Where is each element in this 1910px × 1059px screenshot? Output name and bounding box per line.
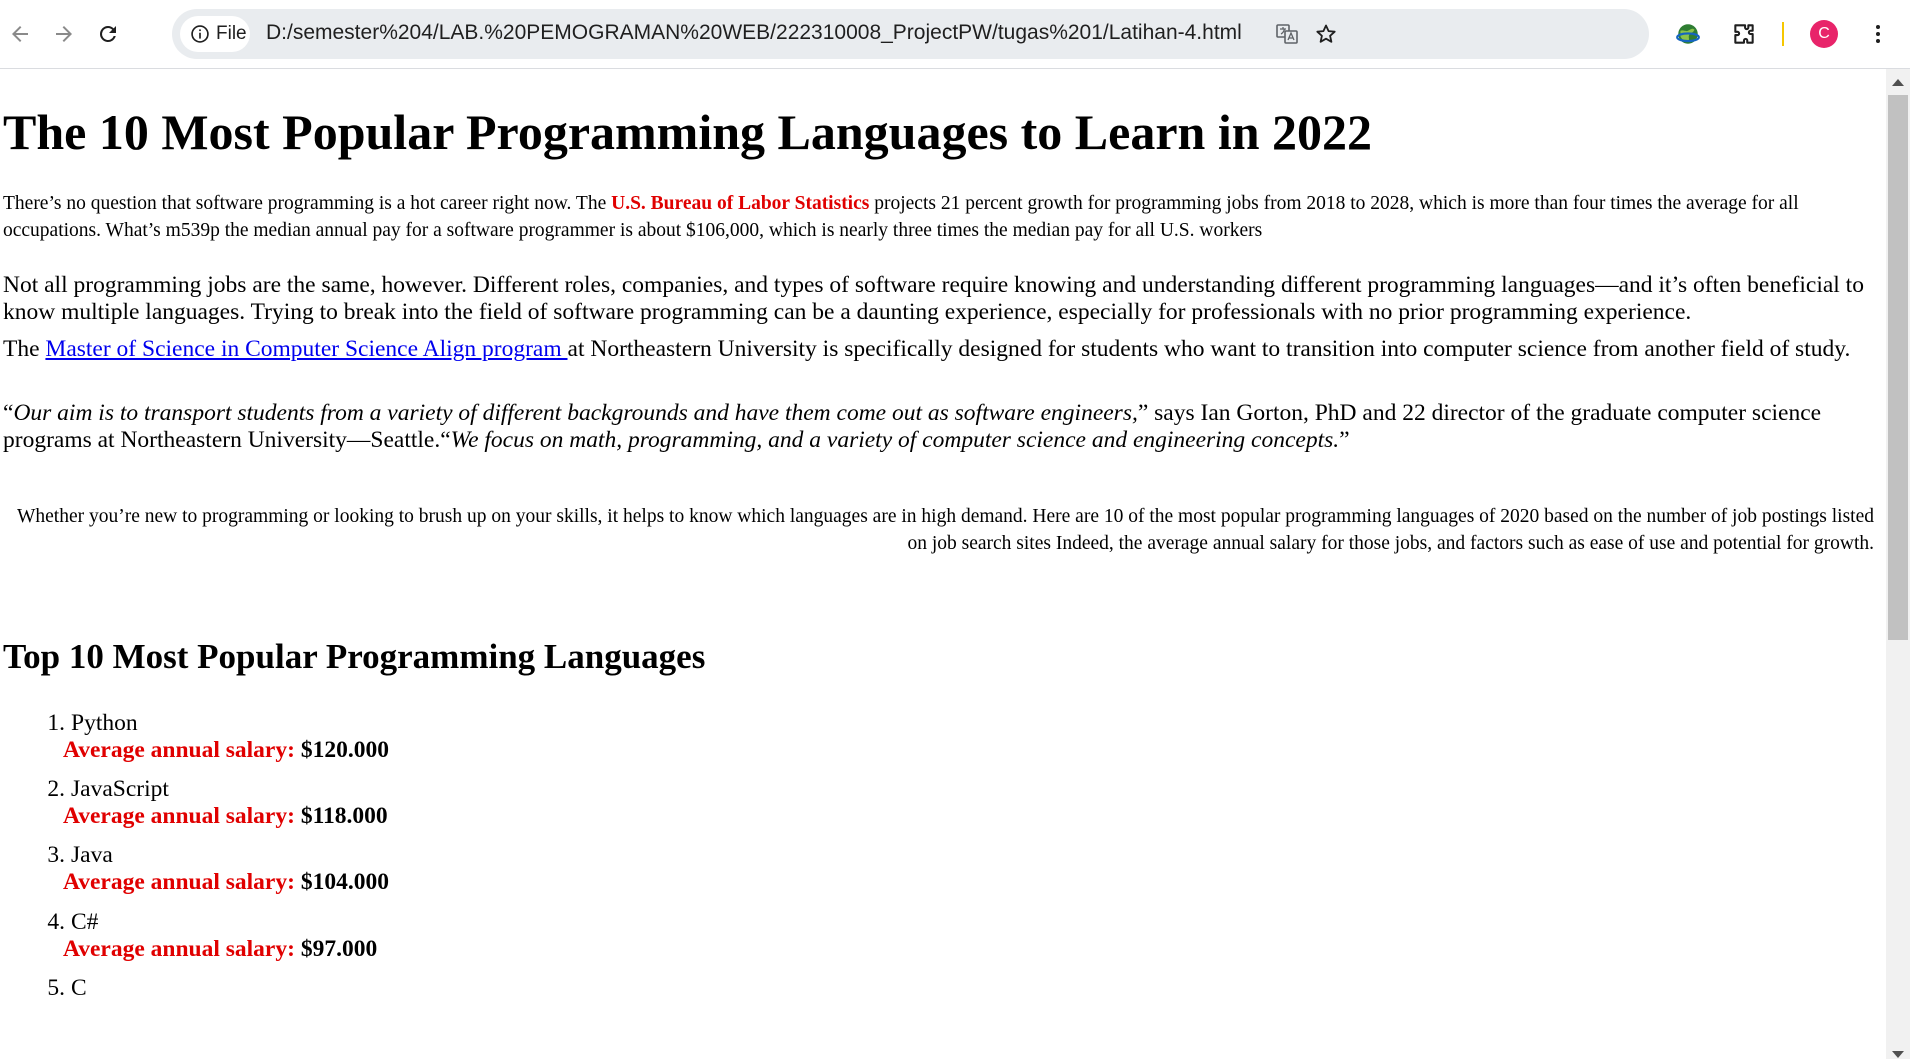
salary-value: $118.000 (300, 803, 388, 829)
back-icon (12, 26, 28, 42)
bls-highlight: U.S. Bureau of Labor Statistics (611, 193, 870, 214)
quote-paragraph: “Our aim is to transport students from a… (3, 400, 1873, 454)
page-content: The 10 Most Popular Programming Language… (3, 69, 1883, 1059)
extensions-button[interactable] (1728, 18, 1760, 50)
forward-button[interactable] (44, 14, 84, 54)
intro-paragraph: There’s no question that software progra… (3, 190, 1873, 244)
file-label: File (216, 23, 247, 44)
list-item-number: 3. (47, 842, 65, 868)
site-info-chip[interactable]: File (180, 16, 250, 52)
quote-italic-2: We focus on math, programming, and a var… (450, 427, 1340, 453)
intro-text-before: There’s no question that software progra… (3, 193, 612, 214)
demand-paragraph: Whether you’re new to programming or loo… (16, 506, 1874, 554)
menu-dots-icon (1876, 25, 1880, 43)
align-paragraph: The Master of Science in Computer Scienc… (3, 336, 1873, 363)
scroll-up-arrow-icon[interactable] (1892, 79, 1904, 86)
salary-label: Average annual salary: (63, 803, 295, 829)
salary-value: $104.000 (300, 869, 389, 895)
salary-label: Average annual salary: (63, 869, 295, 895)
page-title: The 10 Most Popular Programming Language… (3, 104, 1373, 160)
align-program-link[interactable]: Master of Science in Computer Science Al… (45, 336, 567, 362)
translate-button[interactable] (1273, 20, 1301, 48)
list-item: 1. Python (39, 710, 138, 737)
quote-close: ” (1339, 427, 1350, 453)
list-item-number: 4. (47, 909, 65, 935)
language-name: C (71, 975, 87, 1001)
list-item-number: 1. (47, 710, 65, 736)
url-text[interactable]: D:/semester%204/LAB.%20PEMOGRAMAN%20WEB/… (266, 21, 1242, 45)
salary-value: $97.000 (300, 936, 378, 962)
quote-italic-1: Our aim is to transport students from a … (13, 400, 1138, 426)
salary-line: Average annual salary: $120.000 (63, 737, 389, 764)
list-item-number: 2. (47, 776, 65, 802)
browser-menu-button[interactable] (1862, 18, 1894, 50)
translate-icon (1276, 24, 1298, 44)
extension-globe-icon (1676, 24, 1700, 44)
list-item: 4. C# (39, 909, 98, 936)
reload-icon (100, 25, 116, 42)
list-item: 3. Java (39, 842, 113, 869)
salary-line: Average annual salary: $97.000 (63, 936, 377, 963)
list-item-number: 5. (47, 975, 65, 1001)
salary-line: Average annual salary: $104.000 (63, 869, 389, 896)
reload-button[interactable] (88, 14, 128, 54)
puzzle-icon (1734, 24, 1754, 44)
language-name: Python (71, 710, 138, 736)
quote-open: “ (3, 400, 14, 426)
align-text-before: The (3, 336, 46, 362)
salary-label: Average annual salary: (63, 737, 295, 763)
extension-button[interactable] (1672, 18, 1704, 50)
list-heading: Top 10 Most Popular Programming Language… (3, 637, 706, 676)
align-text-after: at Northeastern University is specifical… (567, 336, 1851, 362)
salary-line: Average annual salary: $118.000 (63, 803, 388, 830)
salary-value: $120.000 (300, 737, 389, 763)
scroll-down-arrow-icon[interactable] (1892, 1051, 1904, 1058)
back-button[interactable] (0, 14, 40, 54)
jobs-paragraph: Not all programming jobs are the same, h… (3, 272, 1864, 325)
info-icon (191, 25, 209, 43)
address-bar[interactable]: File D:/semester%204/LAB.%20PEMOGRAMAN%2… (172, 9, 1649, 59)
salary-label: Average annual salary: (63, 936, 295, 962)
language-name: JavaScript (71, 776, 169, 802)
list-item: 5. C (39, 975, 87, 1002)
toolbar-separator (1782, 22, 1784, 46)
bookmark-button[interactable] (1312, 20, 1340, 48)
language-name: C# (71, 909, 99, 935)
language-name: Java (71, 842, 113, 868)
bookmark-star-icon (1316, 24, 1336, 43)
scrollbar-thumb[interactable] (1888, 95, 1908, 640)
profile-avatar[interactable]: C (1810, 20, 1838, 48)
list-item: 2. JavaScript (39, 776, 169, 803)
page-scrollbar[interactable] (1886, 69, 1910, 1059)
forward-icon (56, 26, 72, 42)
browser-toolbar: File D:/semester%204/LAB.%20PEMOGRAMAN%2… (0, 0, 1910, 69)
